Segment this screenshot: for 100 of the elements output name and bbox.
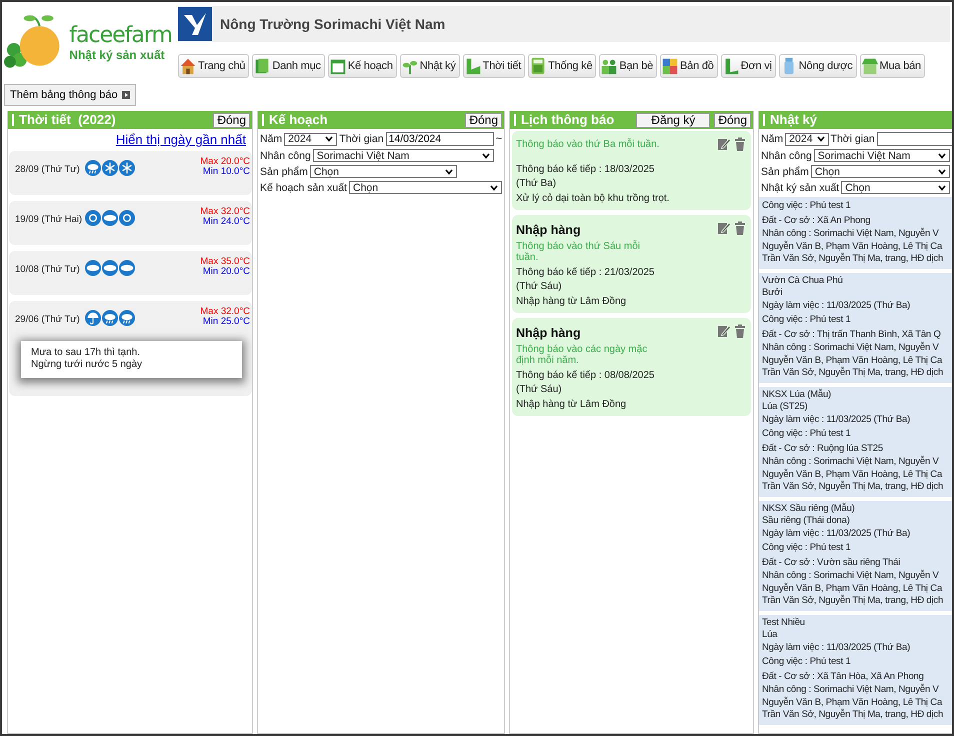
field-label: Thời gian	[339, 133, 384, 145]
add-board-button[interactable]: Thêm bảng thông báo	[4, 84, 136, 106]
notification-title: Nhập hàng	[516, 223, 581, 237]
company-logo-icon	[178, 7, 212, 41]
show-latest-link[interactable]: Hiển thị ngày gần nhất	[116, 132, 246, 147]
entry-workers: Trần Văn Sở, Nguyễn Thị Ma, trang, HĐ dịch	[762, 481, 944, 494]
delete-icon[interactable]	[733, 324, 747, 338]
range-separator: ~	[496, 133, 502, 145]
entry-workers: Trần Văn Sở, Nguyễn Thị Ma, trang, HĐ dịch	[762, 253, 944, 266]
rain-cloud-icon	[119, 310, 135, 326]
entry-detail: Ngày làm việc : 11/03/2025 (Thứ Ba)	[762, 298, 910, 312]
rain-cloud-icon	[85, 160, 101, 176]
nav-button[interactable]: Nông dược	[778, 54, 857, 78]
date-field[interactable]: 14/03/2024	[386, 132, 494, 146]
dropdown[interactable]: Sorimachi Việt Nam	[312, 149, 494, 162]
entry-detail: Đất - Cơ sở : Ruộng lúa ST25	[762, 442, 883, 456]
next-notification: Thông báo kế tiếp : 21/03/2025	[516, 267, 656, 278]
nav-button[interactable]: Đơn vị	[720, 54, 776, 78]
nav-button[interactable]: Nhật ký	[400, 54, 460, 78]
dropdown[interactable]: Chọn	[841, 181, 950, 194]
date-field[interactable]	[876, 132, 952, 146]
entry-workers: Nguyễn Văn B, Phạm Văn Hoàng, Lê Thị Ca	[762, 240, 942, 252]
rain-cloud-icon	[102, 310, 118, 326]
entry-detail: Đất - Cơ sở : Thị trấn Thanh Bình, Xã Tân Q	[762, 328, 941, 342]
note-text: Ngừng tưới nước 5 ngày	[31, 359, 144, 370]
field-label: Sản phẩm	[260, 166, 308, 178]
entry-title: NKSX Sầu riêng (Mẫu)	[762, 502, 855, 514]
snowflake-icon	[102, 160, 118, 176]
delete-icon[interactable]	[733, 137, 747, 151]
book-icon	[253, 57, 272, 75]
entry-workers: Nhân công : Sorimachi Việt Nam, Nguyễn V	[762, 228, 939, 240]
field-label: Sản phẩm	[761, 166, 809, 178]
repeat-rule: Thông báo vào các ngày mặc định mỗi năm.	[516, 344, 648, 366]
calendar-icon	[328, 57, 347, 75]
entry-detail: Đất - Cơ sở : Xã An Phong	[762, 214, 870, 228]
entry-title: Bưởi	[762, 286, 782, 298]
nav-button[interactable]: Mua bán	[860, 54, 925, 78]
cloud-icon	[85, 260, 101, 276]
next-weekday: (Thứ Ba)	[516, 178, 558, 189]
entry-detail: Công việc : Phú test 1	[762, 427, 851, 441]
cloud-icon	[102, 210, 118, 226]
repeat-rule: Thông báo vào thứ Sáu mỗi tuần.	[516, 241, 641, 263]
field-label: Nhật ký sản xuất	[761, 182, 840, 194]
nav-button[interactable]: Thống kê	[528, 54, 596, 78]
caret-icon	[816, 136, 825, 142]
close-button[interactable]: Đóng	[213, 112, 250, 128]
caret-icon	[482, 152, 490, 158]
dropdown[interactable]: Chọn	[810, 165, 950, 178]
entry-workers: Nhân công : Sorimachi Việt Nam, Nguyễn V	[762, 342, 939, 354]
next-notification: Thông báo kế tiếp : 18/03/2025	[516, 164, 656, 175]
weather-date: 28/09 (Thứ Tư)	[15, 163, 81, 175]
nav-button[interactable]: Bạn bè	[599, 54, 658, 78]
nav-button[interactable]: Kế hoạch	[328, 54, 397, 78]
field-label: Nhân công	[761, 150, 812, 162]
entry-detail: Công việc : Phú test 1	[762, 541, 851, 555]
max-temperature: Max 32.0°C	[200, 207, 250, 217]
nav-button[interactable]: Bản đồ	[660, 54, 718, 78]
field-label: Năm	[761, 133, 784, 145]
min-temperature: Min 10.0°C	[202, 167, 250, 177]
min-temperature: Min 24.0°C	[202, 217, 250, 227]
notification-content: Xử lý cỏ dại toàn bộ khu trồng trọt.	[516, 193, 670, 204]
edit-icon[interactable]	[717, 324, 731, 338]
panel-title: Kế hoạch	[262, 114, 462, 126]
umbrella-icon	[85, 310, 101, 326]
close-button[interactable]: Đóng	[714, 112, 751, 128]
edit-icon[interactable]	[717, 137, 731, 151]
panel-title: Thời tiết (2022)	[12, 114, 210, 126]
dropdown[interactable]: Chọn	[310, 165, 457, 178]
entry-workers: Trần Văn Sở, Nguyễn Thị Ma, trang, HĐ dịch	[762, 595, 944, 608]
dropdown[interactable]: Sorimachi Việt Nam	[814, 149, 950, 162]
min-temperature: Min 20.0°C	[202, 267, 250, 277]
dropdown[interactable]: 2024	[785, 132, 829, 146]
caret-icon	[325, 136, 334, 142]
close-button[interactable]: Đóng	[465, 112, 502, 128]
expand-icon	[122, 91, 130, 99]
house-icon	[179, 57, 197, 75]
caret-icon	[444, 168, 453, 174]
delete-icon[interactable]	[733, 221, 747, 235]
snowflake-icon	[119, 160, 135, 176]
register-button[interactable]: Đăng ký	[636, 112, 710, 128]
nav-button[interactable]: Thời tiết	[462, 54, 526, 78]
caret-icon	[490, 184, 498, 190]
edit-icon[interactable]	[717, 221, 731, 235]
entry-detail: Công việc : Phú test 1	[762, 655, 851, 669]
entry-title: Sầu riêng (Thái dona)	[762, 514, 850, 526]
dropdown[interactable]: 2024	[284, 132, 338, 146]
nav-button[interactable]: Trang chủ	[178, 54, 250, 78]
caret-icon	[938, 184, 946, 190]
cloud-icon	[119, 260, 135, 276]
weather-date: 29/06 (Thứ Tư)	[15, 313, 81, 325]
entry-title: NKSX Lúa (Mẫu)	[762, 388, 832, 400]
entry-title: Test Nhiều	[762, 616, 805, 628]
nav-button[interactable]: Danh mục	[252, 54, 325, 78]
dropdown[interactable]: Chọn	[348, 181, 502, 194]
cloud-icon	[102, 260, 118, 276]
min-temperature: Min 25.0°C	[202, 317, 250, 327]
entry-detail: Đất - Cơ sở : Xã Tân Hòa, Xã An Phong	[762, 670, 924, 684]
max-temperature: Max 20.0°C	[200, 157, 250, 167]
calculator-icon	[529, 57, 548, 75]
people-icon	[600, 57, 618, 75]
